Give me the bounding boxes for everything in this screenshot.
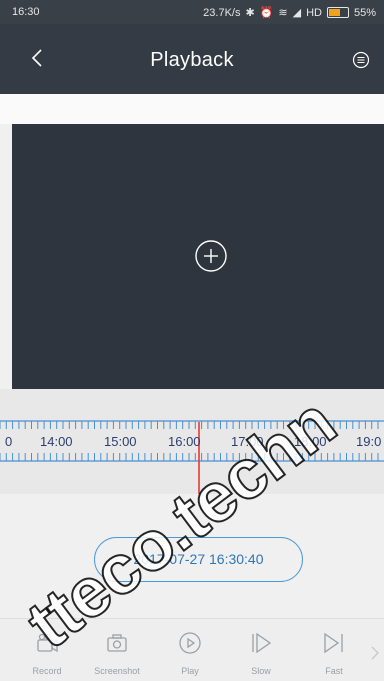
fast-label: Fast	[325, 666, 343, 676]
timeline-label: 14:00	[40, 434, 73, 449]
timeline-label: 18:00	[294, 434, 327, 449]
record-button[interactable]: Record	[14, 619, 80, 681]
camera-video-icon	[37, 633, 58, 653]
play-label: Play	[181, 666, 199, 676]
timeline-label: 16:00	[168, 434, 201, 449]
play-circle-icon	[179, 632, 201, 654]
timeline-label: 0	[5, 434, 13, 449]
timeline-label: 17:00	[231, 434, 264, 449]
timeline-label: 15:00	[104, 434, 137, 449]
video-player[interactable]	[12, 124, 384, 389]
timeline-labels: 0 14:00 15:00 16:00 17:00 18:00 19:0	[0, 389, 384, 494]
top-bar: Playback	[0, 24, 384, 94]
camera-icon	[107, 634, 127, 652]
status-time: 16:30	[12, 6, 40, 18]
fast-button[interactable]: Fast	[301, 619, 367, 681]
add-channel-icon[interactable]	[194, 239, 228, 273]
wifi-icon: ≋	[278, 7, 288, 19]
bluetooth-icon: ✱	[245, 7, 255, 19]
page-title: Playback	[150, 49, 234, 71]
alarm-icon: ⏰	[259, 7, 274, 19]
slow-label: Slow	[251, 666, 271, 676]
slow-icon	[252, 632, 272, 654]
fast-icon	[324, 632, 343, 654]
chevron-right-icon[interactable]	[370, 645, 380, 661]
record-label: Record	[32, 666, 62, 676]
timeline-label: 19:0	[356, 434, 382, 449]
menu-icon[interactable]	[352, 51, 370, 69]
screenshot-label: Screenshot	[94, 666, 140, 676]
date-time-selector[interactable]: 2017-07-27 16:30:40	[94, 537, 303, 582]
slow-button[interactable]: Slow	[228, 619, 294, 681]
signal-icon: ◢	[292, 7, 302, 19]
status-right: 23.7K/s ✱ ⏰ ≋ ◢ HD 55%	[203, 6, 376, 20]
spacer-strip	[0, 94, 384, 124]
battery-percent: 55%	[353, 6, 376, 19]
network-speed: 23.7K/s	[203, 6, 241, 19]
screenshot-button[interactable]: Screenshot	[84, 619, 150, 681]
battery-icon	[326, 7, 349, 18]
network-type: HD	[306, 6, 322, 19]
bottom-toolbar: Record Screenshot Play Slow Fast	[0, 618, 384, 681]
timeline[interactable]: 0 14:00 15:00 16:00 17:00 18:00 19:0	[0, 389, 384, 494]
status-bar: 16:30 23.7K/s ✱ ⏰ ≋ ◢ HD 55%	[0, 0, 384, 24]
play-button[interactable]: Play	[157, 619, 223, 681]
